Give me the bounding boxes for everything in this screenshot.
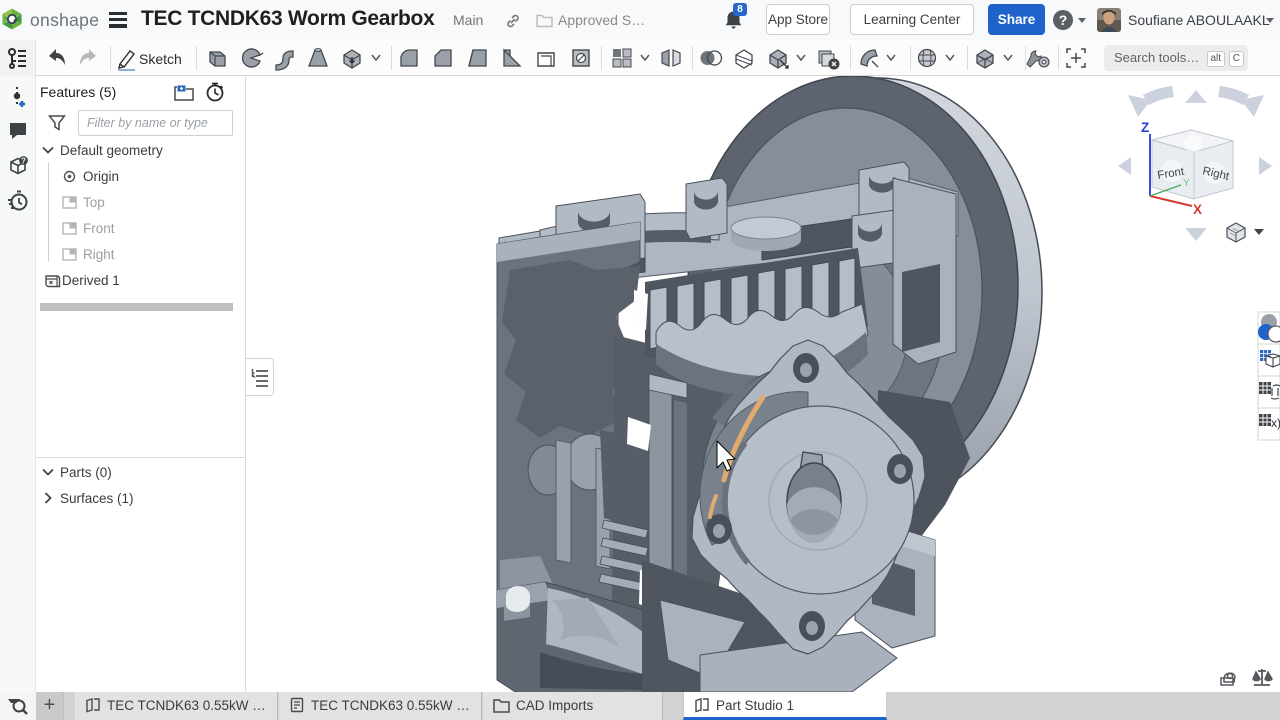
svg-text:x): x) [1271, 416, 1280, 430]
svg-text:?: ? [21, 157, 26, 166]
svg-text:Z: Z [1141, 120, 1149, 135]
svg-text:X: X [1193, 202, 1202, 217]
svg-text:Y: Y [1183, 178, 1190, 189]
